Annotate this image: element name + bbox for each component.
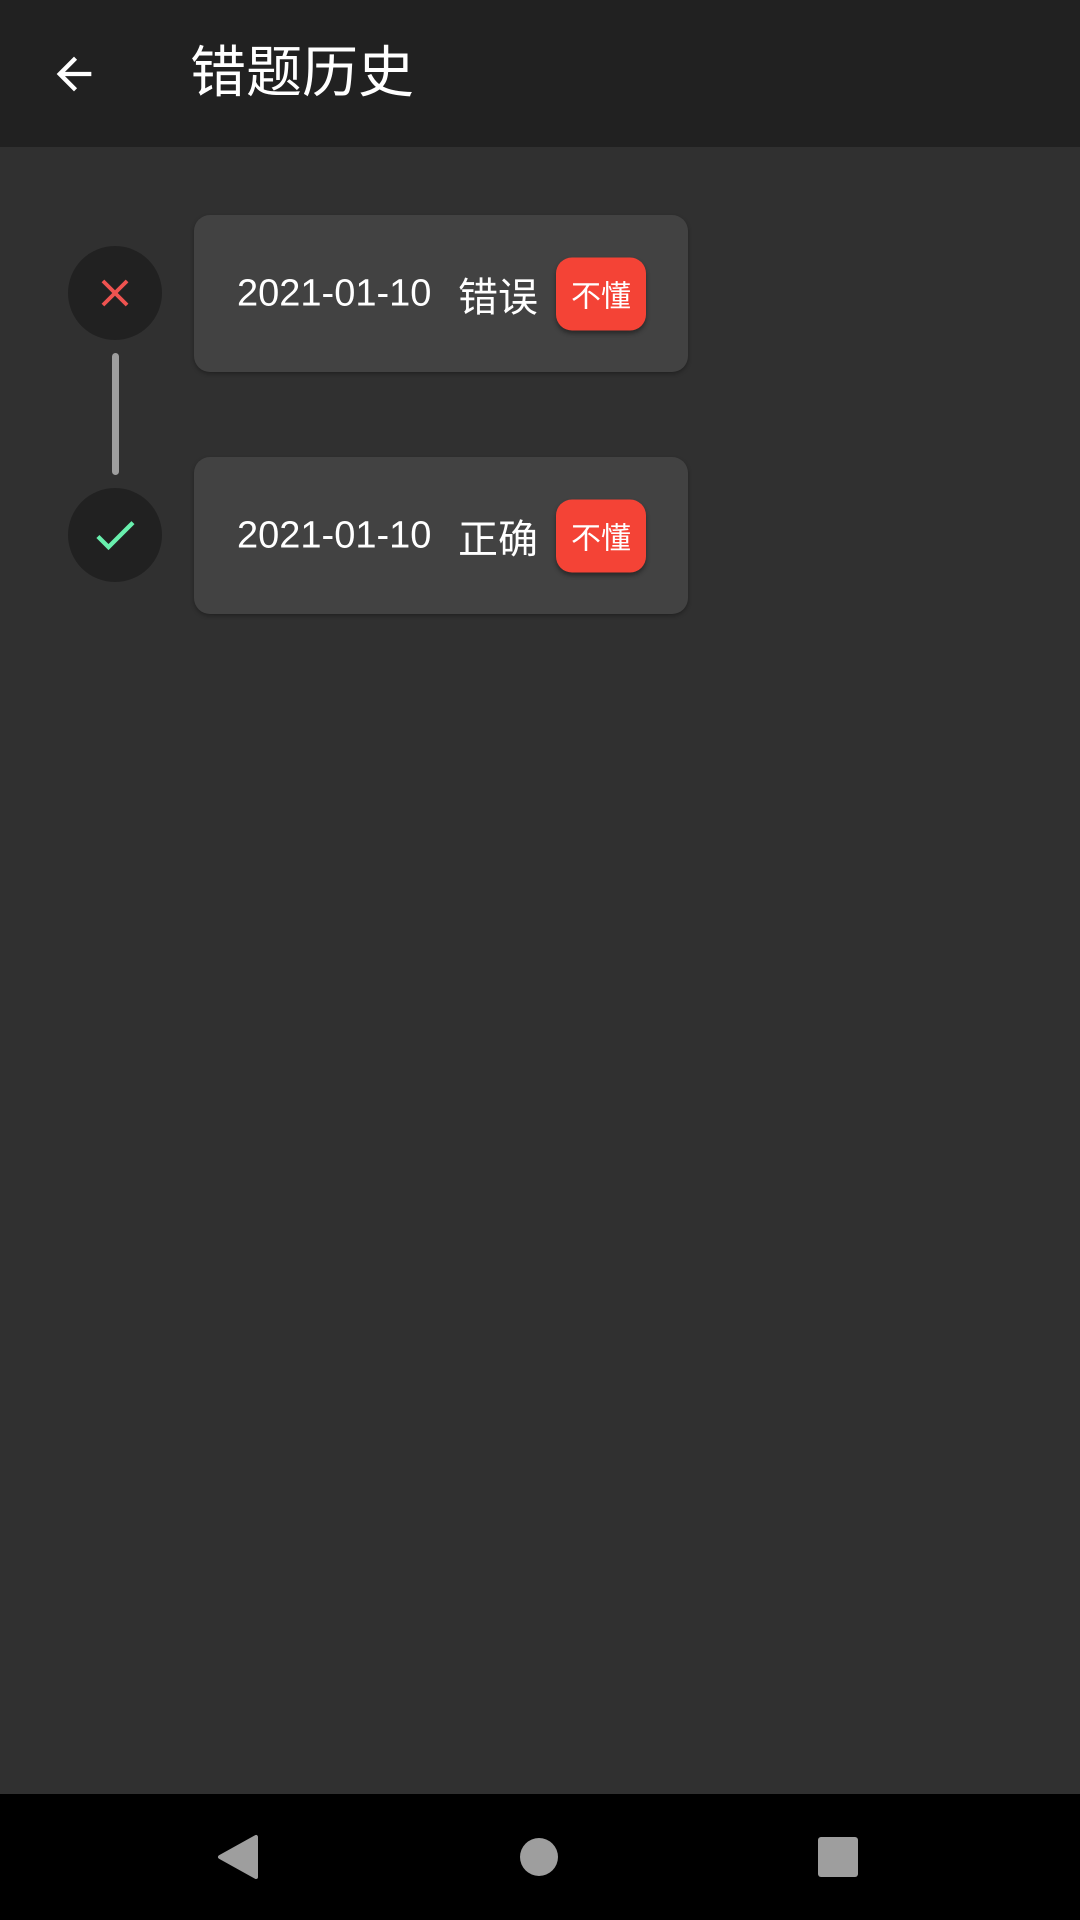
nav-back-button[interactable] — [198, 1817, 278, 1897]
app-bar: 错题历史 — [0, 0, 1080, 147]
record-result: 错误 — [458, 274, 538, 321]
record-date: 2021-01-10 — [237, 514, 432, 556]
circle-home-icon — [520, 1838, 558, 1876]
record-date: 2021-01-10 — [237, 272, 432, 314]
not-understand-tag-button[interactable]: 不懂 — [556, 499, 646, 572]
check-icon — [96, 521, 135, 551]
back-button[interactable] — [24, 24, 124, 124]
triangle-back-icon — [218, 1835, 258, 1879]
record-result: 正确 — [458, 516, 538, 563]
close-icon — [101, 279, 129, 307]
not-understand-tag-button[interactable]: 不懂 — [556, 257, 646, 330]
history-record-card[interactable]: 2021-01-10 正确 不懂 — [194, 457, 688, 614]
nav-home-button[interactable] — [499, 1817, 579, 1897]
system-nav-bar — [0, 1794, 1080, 1920]
page-title: 错题历史 — [190, 41, 414, 106]
history-record-card[interactable]: 2021-01-10 错误 不懂 — [194, 215, 688, 372]
nav-recents-button[interactable] — [798, 1817, 878, 1897]
arrow-back-icon — [56, 56, 92, 92]
correct-status-node — [68, 488, 162, 582]
history-timeline: 2021-01-10 错误 不懂 2021-01-10 正确 不懂 — [0, 147, 1080, 1794]
wrong-status-node — [68, 246, 162, 340]
square-recents-icon — [818, 1837, 858, 1877]
timeline-connector — [112, 353, 119, 475]
